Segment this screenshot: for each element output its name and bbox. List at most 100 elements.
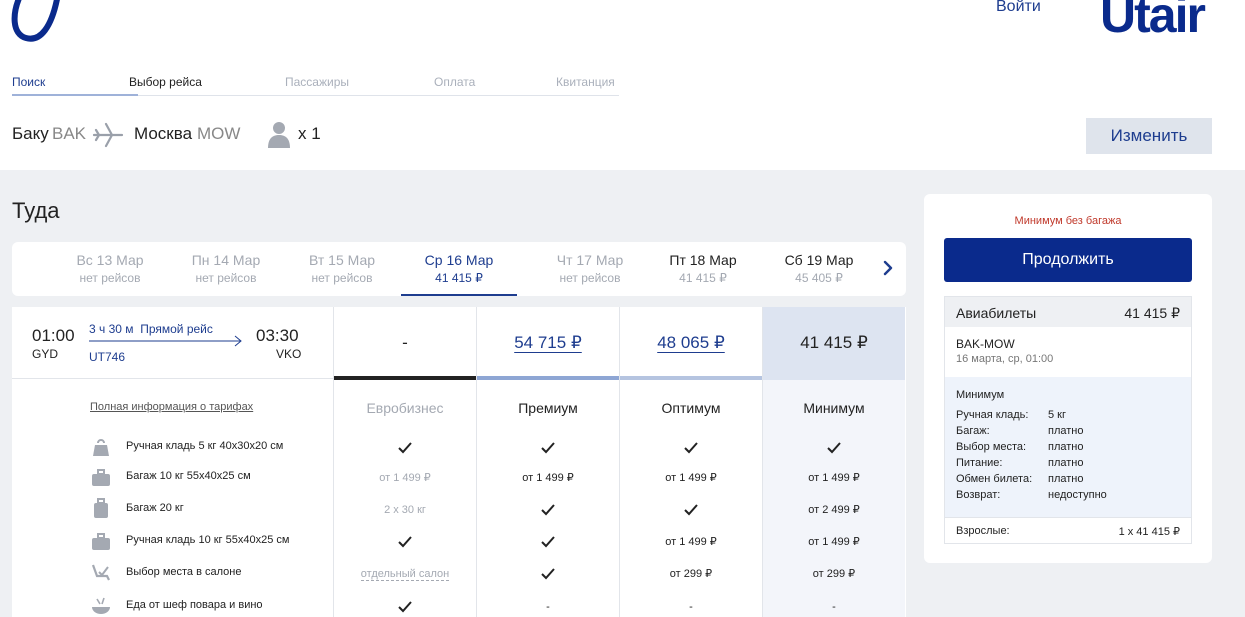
direction-title: Туда: [12, 198, 60, 223]
tariff-price[interactable]: 41 415 ₽: [763, 307, 905, 379]
from-code: BAK: [52, 124, 87, 143]
to-city: Москва: [134, 124, 193, 143]
feature-cell: -: [832, 601, 836, 613]
date-tab[interactable]: Вс 13 Мар нет рейсов: [52, 242, 168, 296]
arrival-airport: VKO: [276, 347, 302, 361]
feature-cell: [477, 534, 619, 550]
price-summary: Авиабилеты 41 415 ₽ BAK-MOW 16 марта, ср…: [944, 296, 1192, 544]
feature-cell: -: [546, 601, 550, 613]
feature-cell: [620, 502, 762, 518]
condition-key: Багаж:: [956, 425, 990, 437]
seat-icon: [91, 564, 110, 581]
step-search[interactable]: Поиск: [12, 75, 45, 89]
feature-label: Ручная кладь 10 кг 55x40x25 см: [126, 534, 290, 546]
tariff-price[interactable]: 54 715 ₽: [477, 307, 619, 379]
price-text[interactable]: 54 715 ₽: [514, 333, 582, 353]
feature-cell: [477, 502, 619, 518]
feature-row: Ручная кладь 5 кг 40x30x20 см: [90, 436, 330, 458]
tariff-bar: [334, 376, 476, 380]
continue-button[interactable]: Продолжить: [944, 238, 1192, 282]
step-receipt: Квитанция: [556, 75, 615, 89]
feature-row: Еда от шеф повара и вино: [90, 595, 330, 617]
condition-key: Ручная кладь:: [956, 409, 1029, 421]
feature-cell: от 299 ₽: [812, 568, 856, 580]
date-tab[interactable]: Пт 18 Мар 41 415 ₽: [645, 242, 761, 296]
feature-label: Выбор места в салоне: [126, 566, 242, 578]
summary-adults: Взрослые: 1 х 41 415 ₽: [945, 517, 1191, 544]
date-tab[interactable]: Сб 19 Мар 45 405 ₽: [761, 242, 877, 296]
check-icon: [398, 442, 412, 454]
tickets-label: Авиабилеты: [956, 305, 1037, 321]
check-icon: [541, 536, 555, 548]
date-selector: Вс 13 Мар нет рейсов Пн 14 Мар нет рейсо…: [12, 242, 906, 296]
from-city: Баку: [12, 124, 49, 143]
condition-value: 5 кг: [1048, 409, 1066, 421]
passenger-icon: [267, 120, 291, 153]
date-label: Пн 14 Мар: [191, 252, 261, 268]
full-tariff-info-link[interactable]: Полная информация о тарифах: [90, 401, 253, 413]
feature-cell: -: [689, 601, 693, 613]
utair-logo-icon[interactable]: [10, 0, 60, 44]
date-price: 41 415 ₽: [679, 271, 727, 285]
tariff-name: Оптимум: [661, 400, 721, 416]
date-tab[interactable]: Вт 15 Мар нет рейсов: [284, 242, 400, 296]
check-icon: [827, 442, 841, 454]
condition-key: Выбор места:: [956, 441, 1027, 453]
condition-value: платно: [1048, 473, 1084, 485]
date-label: Вт 15 Мар: [308, 252, 376, 268]
feature-cell: от 1 499 ₽: [665, 472, 717, 484]
step-passengers: Пассажиры: [285, 75, 350, 89]
date-price: нет рейсов: [311, 271, 373, 285]
feature-row: Выбор места в салоне: [90, 562, 330, 584]
login-link[interactable]: Войти: [996, 0, 1041, 16]
separate-cabin-text: отдельный салон: [360, 568, 450, 581]
chevron-right-icon[interactable]: [878, 258, 898, 278]
to-code: MOW: [197, 124, 241, 143]
check-icon: [684, 442, 698, 454]
condition-value: платно: [1048, 457, 1084, 469]
check-icon: [398, 601, 412, 613]
flight-number[interactable]: UT746: [89, 350, 125, 364]
date-label: Сб 19 Мар: [784, 252, 854, 268]
change-search-button[interactable]: Изменить: [1086, 118, 1212, 154]
tariff-column-minimum-selected[interactable]: 41 415 ₽ Минимум от 1 499 ₽ от 2 499 ₽ о…: [762, 307, 905, 617]
feature-cell: от 2 499 ₽: [808, 504, 860, 516]
condition-value: платно: [1048, 425, 1084, 437]
tariff-price[interactable]: 48 065 ₽: [620, 307, 762, 379]
feature-cell: [763, 440, 905, 456]
feature-label: Ручная кладь 5 кг 40x30x20 см: [126, 440, 284, 452]
passenger-count: x 1: [298, 124, 321, 143]
feature-label: Багаж 10 кг 55x40x25 см: [126, 470, 251, 482]
tariff-column-optimum[interactable]: 48 065 ₽ Оптимум от 1 499 ₽ от 1 499 ₽ о…: [619, 307, 762, 617]
tariff-name: Премиум: [518, 400, 578, 416]
feature-label: Багаж 20 кг: [126, 502, 184, 514]
check-icon: [541, 442, 555, 454]
departure-time: 01:00: [32, 326, 75, 345]
price-text[interactable]: 48 065 ₽: [657, 333, 725, 353]
tariff-price: -: [334, 307, 476, 379]
feature-cell: [620, 440, 762, 456]
summary-tariff-name: Минимум: [956, 389, 1005, 401]
handbag-icon: [93, 439, 109, 456]
tariff-column-premium[interactable]: 54 715 ₽ Премиум от 1 499 ₽ -: [476, 307, 619, 617]
date-tab[interactable]: Чт 17 Мар нет рейсов: [532, 242, 648, 296]
feature-label: Еда от шеф повара и вино: [126, 599, 263, 611]
feature-row: Багаж 10 кг 55x40x25 см: [90, 466, 330, 488]
suitcase-icon: [92, 533, 110, 550]
date-tab[interactable]: Пн 14 Мар нет рейсов: [168, 242, 284, 296]
price-text: -: [402, 333, 408, 352]
flight-type: Прямой рейс: [140, 322, 213, 336]
luggage-icon: [94, 498, 108, 518]
arrival-time: 03:30: [256, 326, 299, 345]
condition-key: Возврат:: [956, 489, 1001, 501]
feature-cell: [334, 440, 476, 456]
condition-key: Обмен билета:: [956, 473, 1033, 485]
summary-header: Авиабилеты 41 415 ₽: [945, 297, 1191, 327]
feature-cell[interactable]: отдельный салон: [334, 566, 476, 582]
feature-cell: [477, 566, 619, 582]
summary-tariff: Минимум Ручная кладь: 5 кг Багаж: платно В…: [945, 377, 1191, 517]
date-tab-selected[interactable]: Ср 16 Мар 41 415 ₽: [401, 242, 517, 296]
departure-airport: GYD: [32, 347, 59, 361]
flight-arrow-icon: [89, 335, 242, 347]
plane-icon: [92, 122, 124, 153]
